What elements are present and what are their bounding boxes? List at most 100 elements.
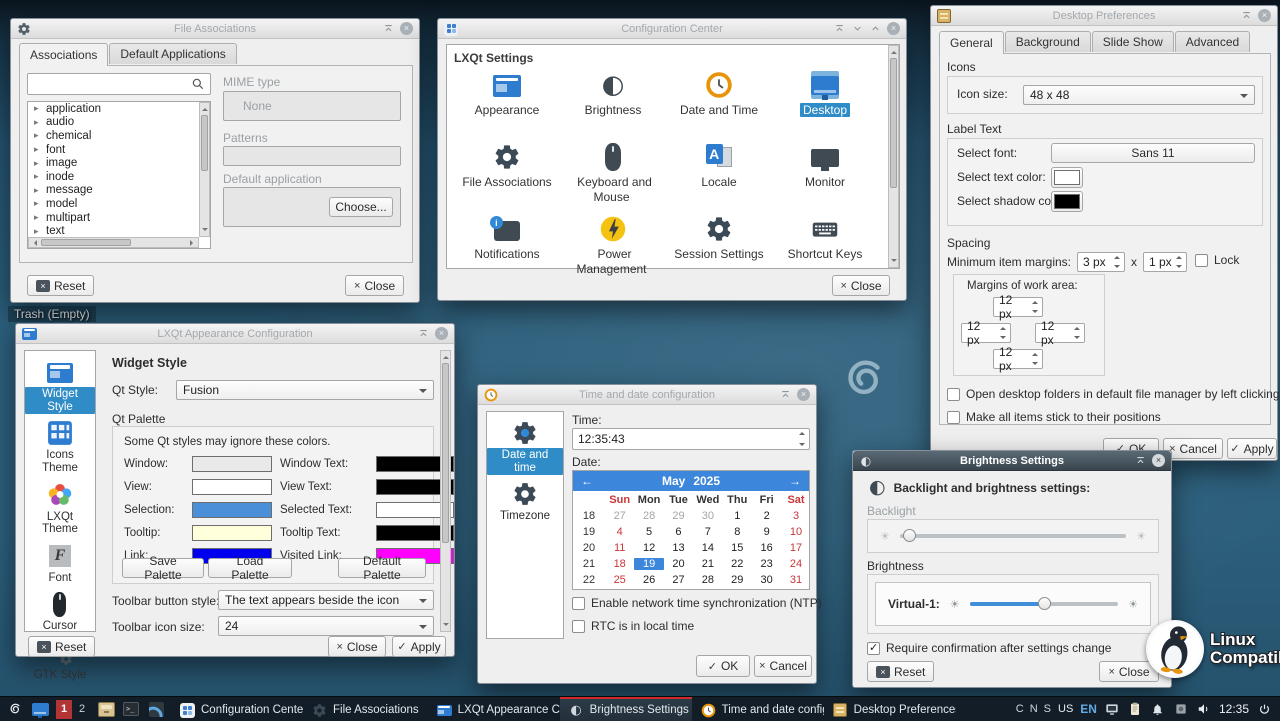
task-desktop-preferences[interactable]: Desktop Preferences: [824, 697, 956, 721]
calendar-day[interactable]: 15: [723, 542, 752, 554]
calendar-month[interactable]: May: [662, 474, 685, 488]
toolbar-size-combobox[interactable]: 24: [218, 616, 434, 636]
cc-item-appearance[interactable]: Appearance: [454, 67, 560, 139]
reset-button[interactable]: ×Reset: [28, 636, 95, 657]
calendar-day[interactable]: 3: [781, 510, 810, 522]
tree-item-multipart[interactable]: ▸multipart: [28, 211, 210, 225]
margin-y-spinbox[interactable]: 1 px: [1143, 252, 1187, 272]
sidebar-item-font[interactable]: FFont: [44, 543, 75, 586]
text-color-button[interactable]: [1051, 167, 1083, 188]
close-icon[interactable]: ×: [400, 22, 413, 35]
notifications-bell-icon[interactable]: [1150, 701, 1166, 717]
show-desktop-icon[interactable]: [31, 700, 49, 718]
search-input[interactable]: [27, 73, 211, 95]
titlebar-configuration-center[interactable]: Configuration Center ×: [438, 19, 906, 39]
sidebar-item-timezone[interactable]: Timezone: [496, 481, 554, 524]
rollup-icon[interactable]: [833, 22, 846, 35]
calendar-day[interactable]: 12: [634, 542, 663, 554]
tab-background[interactable]: Background: [1005, 31, 1091, 52]
titlebar-brightness[interactable]: ◐ Brightness Settings ×: [853, 451, 1171, 471]
calendar-day[interactable]: 16: [752, 542, 781, 554]
calendar-day[interactable]: 8: [723, 526, 752, 538]
calendar-day[interactable]: 28: [693, 574, 722, 586]
sidebar-item-widget-style[interactable]: Widget Style: [25, 359, 95, 414]
power-icon[interactable]: [1256, 701, 1272, 717]
calendar-day[interactable]: 24: [781, 558, 810, 570]
calendar-day[interactable]: 5: [634, 526, 663, 538]
cc-item-keyboard-and-mouse[interactable]: Keyboard and Mouse: [560, 139, 666, 211]
cc-item-file-associations[interactable]: File Associations: [454, 139, 560, 211]
language-indicator[interactable]: EN: [1080, 702, 1097, 716]
cc-item-session-settings[interactable]: Session Settings: [666, 211, 772, 283]
maximize-icon[interactable]: [869, 22, 882, 35]
close-icon[interactable]: ×: [435, 327, 448, 340]
tree-item-chemical[interactable]: ▸chemical: [28, 129, 210, 143]
calendar-day[interactable]: 27: [605, 510, 634, 522]
calendar-day[interactable]: 7: [693, 526, 722, 538]
titlebar-desktop-preferences[interactable]: Desktop Preferences ×: [931, 6, 1277, 26]
apply-button[interactable]: ✓Apply: [392, 636, 446, 657]
sidebar-item-lxqt-theme[interactable]: LXQt Theme: [25, 482, 95, 537]
palette-swatch-window[interactable]: [192, 456, 272, 472]
calendar-day[interactable]: 13: [664, 542, 693, 554]
tree-item-message[interactable]: ▸message: [28, 184, 210, 198]
calendar-day[interactable]: 4: [605, 526, 634, 538]
close-button[interactable]: × Close: [832, 275, 890, 296]
cc-item-date-and-time[interactable]: Date and Time: [666, 67, 772, 139]
ok-button[interactable]: ✓OK: [696, 655, 750, 677]
rollup-icon[interactable]: [1240, 9, 1253, 22]
appearance-vscrollbar[interactable]: [440, 350, 451, 632]
lock-checkbox[interactable]: Lock: [1195, 253, 1239, 267]
tree-item-font[interactable]: ▸font: [28, 143, 210, 157]
palette-swatch-tooltip[interactable]: [192, 525, 272, 541]
close-icon[interactable]: ×: [887, 22, 900, 35]
tab-default-applications[interactable]: Default Applications: [109, 43, 236, 64]
titlebar-appearance[interactable]: LXQt Appearance Configuration ×: [16, 324, 454, 344]
calendar-day[interactable]: 14: [693, 542, 722, 554]
rtc-checkbox[interactable]: RTC is in local time: [572, 619, 694, 633]
brightness-slider[interactable]: [970, 602, 1118, 606]
calendar-day[interactable]: 17: [781, 542, 810, 554]
cc-item-notifications[interactable]: iNotifications: [454, 211, 560, 283]
close-button[interactable]: ×Close: [328, 636, 386, 657]
calendar-day[interactable]: 11: [605, 542, 634, 554]
open-folders-checkbox[interactable]: Open desktop folders in default file man…: [947, 387, 1280, 401]
tree-item-audio[interactable]: ▸audio: [28, 116, 210, 130]
tree-item-application[interactable]: ▸application: [28, 102, 210, 116]
tab-advanced[interactable]: Advanced: [1175, 31, 1250, 52]
stick-items-checkbox[interactable]: Make all items stick to their positions: [947, 410, 1161, 424]
cancel-button[interactable]: ×Cancel: [1163, 438, 1223, 459]
cc-item-desktop[interactable]: Desktop: [772, 67, 878, 139]
calendar-day[interactable]: 29: [723, 574, 752, 586]
calendar-day[interactable]: 25: [605, 574, 634, 586]
calendar-day[interactable]: 2: [752, 510, 781, 522]
calendar-day[interactable]: 1: [723, 510, 752, 522]
work-margin-top-spinbox[interactable]: 12 px: [993, 297, 1043, 317]
tab-general[interactable]: General: [939, 31, 1004, 54]
titlebar-time-date[interactable]: Time and date configuration ×: [478, 385, 816, 405]
workspace-2[interactable]: 2: [74, 700, 90, 719]
margin-x-spinbox[interactable]: 3 px: [1077, 252, 1125, 272]
cc-item-power-management[interactable]: Power Management: [560, 211, 666, 283]
toolbar-style-combobox[interactable]: The text appears beside the icon: [218, 590, 434, 610]
fa-tree-hscrollbar[interactable]: [28, 237, 199, 248]
select-font-button[interactable]: Sans 11: [1051, 143, 1255, 163]
task-configuration-center[interactable]: Configuration Center: [171, 697, 303, 721]
calendar-day[interactable]: 22: [723, 558, 752, 570]
speaker-icon[interactable]: [1196, 701, 1212, 717]
time-input[interactable]: 12:35:43: [572, 428, 810, 450]
load-palette-button[interactable]: Load Palette: [208, 558, 292, 578]
task-lxqt-appearance-co[interactable]: LXQt Appearance Co...: [428, 697, 560, 721]
terminal-icon[interactable]: >_: [122, 700, 140, 718]
save-palette-button[interactable]: Save Palette: [122, 558, 204, 578]
calendar-day[interactable]: 21: [693, 558, 722, 570]
calendar-day[interactable]: 30: [693, 510, 722, 522]
tab-slide-show[interactable]: Slide Show: [1092, 31, 1174, 52]
tree-item-image[interactable]: ▸image: [28, 156, 210, 170]
close-icon[interactable]: ×: [1258, 9, 1271, 22]
volume-box-icon[interactable]: [1173, 701, 1189, 717]
calendar-day[interactable]: 9: [752, 526, 781, 538]
keyboard-layout[interactable]: US: [1058, 703, 1073, 715]
rollup-icon[interactable]: [382, 22, 395, 35]
calendar-day[interactable]: 31: [781, 574, 810, 586]
